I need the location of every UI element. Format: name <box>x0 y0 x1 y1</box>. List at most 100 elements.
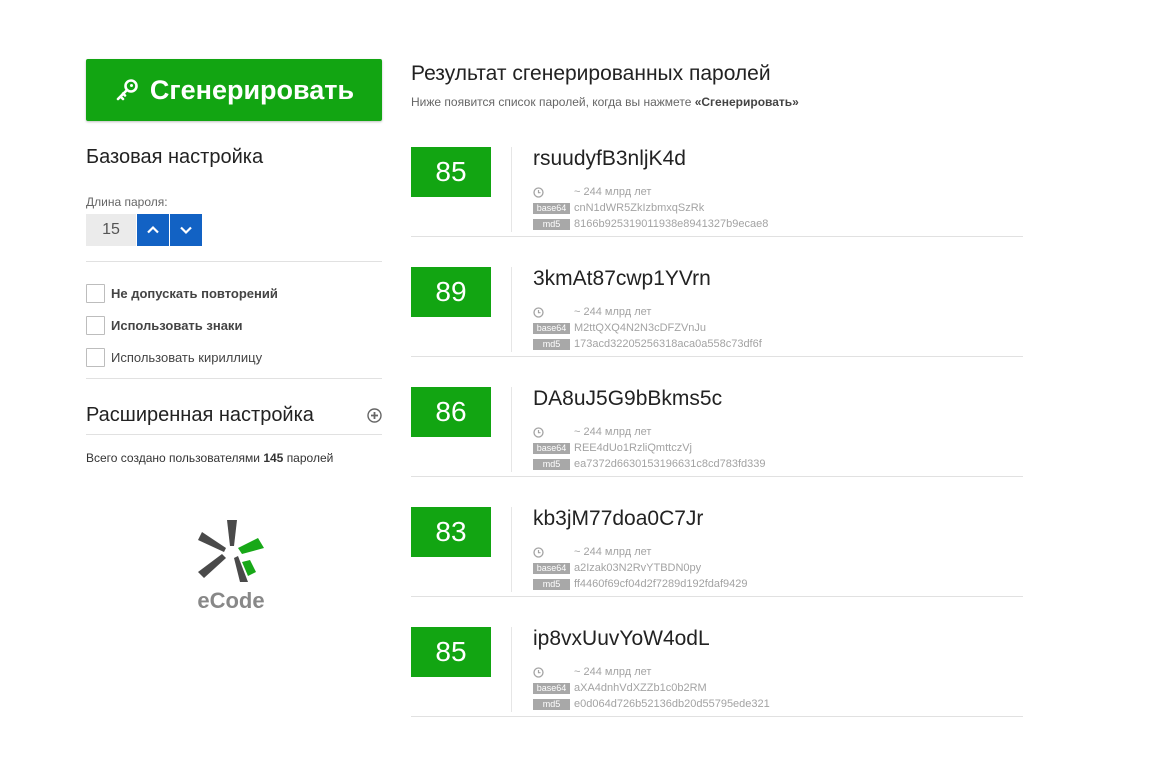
md5-value[interactable]: ea7372d6630153196631c8cd783fd339 <box>574 458 765 470</box>
clock-icon <box>533 546 544 558</box>
md5-tag: md5 <box>533 578 570 590</box>
base64-tag: base64 <box>533 442 570 454</box>
crack-time: ~ 244 млрд лет <box>574 426 652 438</box>
total-created: Всего создано пользователями 145 паролей <box>86 451 382 465</box>
results-subtitle: Ниже появится список паролей, когда вы н… <box>411 95 1023 109</box>
password-list: 85 rsuudyfB3nljK4d ~ 244 млрд лет base64… <box>411 147 1023 747</box>
md5-value[interactable]: e0d064d726b52136db20d55795ede321 <box>574 698 770 710</box>
total-count: 145 <box>263 451 284 465</box>
advanced-settings-toggle[interactable]: Расширенная настройка <box>86 401 382 429</box>
password-meta: ~ 244 млрд лет base64 M2ttQXQ4N2N3cDFZVnJ… <box>533 304 762 352</box>
option-label: Не допускать повторений <box>111 285 278 301</box>
length-stepper: 15 <box>86 214 382 246</box>
options-list: Не допускать повторений Использовать зна… <box>86 282 382 368</box>
option-label: Использовать знаки <box>111 317 243 333</box>
option-use-cyrillic[interactable]: Использовать кириллицу <box>86 346 382 368</box>
option-use-symbols[interactable]: Использовать знаки <box>86 314 382 336</box>
divider <box>86 378 382 379</box>
crack-time: ~ 244 млрд лет <box>574 666 652 678</box>
password-item: 89 3kmAt87cwp1YVrn ~ 244 млрд лет base64… <box>411 267 1023 387</box>
password-text[interactable]: 3kmAt87cwp1YVrn <box>533 267 711 291</box>
divider <box>411 236 1023 237</box>
divider <box>411 356 1023 357</box>
md5-tag: md5 <box>533 218 570 230</box>
password-meta: ~ 244 млрд лет base64 aXA4dnhVdXZZb1c0b2R… <box>533 664 770 712</box>
base64-value[interactable]: cnN1dWR5ZkIzbmxqSzRk <box>574 202 704 214</box>
increase-length-button[interactable] <box>137 214 169 246</box>
base64-tag: base64 <box>533 682 570 694</box>
password-item: 85 ip8vxUuvYoW4odL ~ 244 млрд лет base64… <box>411 627 1023 747</box>
md5-tag: md5 <box>533 458 570 470</box>
base64-value[interactable]: REE4dUo1RzliQmttczVj <box>574 442 692 454</box>
divider <box>511 267 512 352</box>
base64-tag: base64 <box>533 202 570 214</box>
generate-button-label: Сгенерировать <box>149 74 355 105</box>
base64-value[interactable]: a2Izak03N2RvYTBDN0py <box>574 562 701 574</box>
md5-value[interactable]: ff4460f69cf04d2f7289d192fdaf9429 <box>574 578 748 590</box>
strength-score: 85 <box>411 627 491 677</box>
divider <box>411 716 1023 717</box>
results-panel: Результат сгенерированных паролей Ниже п… <box>411 62 1023 747</box>
basic-settings-title: Базовая настройка <box>86 146 264 168</box>
password-text[interactable]: rsuudyfB3nljK4d <box>533 147 686 171</box>
strength-score: 86 <box>411 387 491 437</box>
strength-score: 85 <box>411 147 491 197</box>
divider <box>86 434 382 435</box>
password-item: 86 DA8uJ5G9bBkms5c ~ 244 млрд лет base64… <box>411 387 1023 507</box>
password-meta: ~ 244 млрд лет base64 cnN1dWR5ZkIzbmxqSzR… <box>533 184 768 232</box>
decrease-length-button[interactable] <box>170 214 202 246</box>
key-icon <box>116 79 138 101</box>
base64-tag: base64 <box>533 562 570 574</box>
password-item: 85 rsuudyfB3nljK4d ~ 244 млрд лет base64… <box>411 147 1023 267</box>
length-label: Длина пароля: <box>86 195 168 209</box>
strength-score: 89 <box>411 267 491 317</box>
strength-score: 83 <box>411 507 491 557</box>
clock-icon <box>533 306 544 318</box>
password-meta: ~ 244 млрд лет base64 REE4dUo1RzliQmttczV… <box>533 424 765 472</box>
password-text[interactable]: kb3jM77doa0C7Jr <box>533 507 703 531</box>
length-value[interactable]: 15 <box>86 214 136 246</box>
chevron-up-icon <box>147 225 159 234</box>
results-subtitle-bold: «Сгенерировать» <box>694 95 799 109</box>
md5-tag: md5 <box>533 698 570 710</box>
base64-value[interactable]: M2ttQXQ4N2N3cDFZVnJu <box>574 322 706 334</box>
clock-icon <box>533 186 544 198</box>
checkbox[interactable] <box>86 315 105 335</box>
settings-panel: Сгенерировать Базовая настройка Длина па… <box>86 59 382 465</box>
base64-value[interactable]: aXA4dnhVdXZZb1c0b2RM <box>574 682 707 694</box>
password-text[interactable]: DA8uJ5G9bBkms5c <box>533 387 722 411</box>
divider <box>511 627 512 712</box>
divider <box>511 147 512 232</box>
md5-tag: md5 <box>533 338 570 350</box>
checkbox[interactable] <box>86 347 105 367</box>
total-prefix: Всего создано пользователями <box>86 451 260 465</box>
crack-time: ~ 244 млрд лет <box>574 306 652 318</box>
ecode-logo-text: eCode <box>197 588 265 613</box>
divider <box>411 476 1023 477</box>
advanced-settings-title: Расширенная настройка <box>86 403 314 426</box>
option-label: Использовать кириллицу <box>111 349 263 365</box>
crack-time: ~ 244 млрд лет <box>574 546 652 558</box>
divider <box>411 596 1023 597</box>
divider <box>511 387 512 472</box>
plus-circle-icon[interactable] <box>367 407 382 423</box>
results-subtitle-text: Ниже появится список паролей, когда вы н… <box>411 95 692 109</box>
total-suffix: паролей <box>286 451 334 465</box>
password-item: 83 kb3jM77doa0C7Jr ~ 244 млрд лет base64… <box>411 507 1023 627</box>
password-meta: ~ 244 млрд лет base64 a2Izak03N2RvYTBDN0p… <box>533 544 748 592</box>
chevron-down-icon <box>180 226 192 235</box>
divider <box>511 507 512 592</box>
results-title: Результат сгенерированных паролей <box>411 62 771 85</box>
md5-value[interactable]: 8166b925319011938e8941327b9ecae8 <box>574 218 768 230</box>
checkbox[interactable] <box>86 283 105 303</box>
option-no-repeats[interactable]: Не допускать повторений <box>86 282 382 304</box>
ecode-logo-mark <box>198 520 264 582</box>
md5-value[interactable]: 173acd32205256318aca0a558c73df6f <box>574 338 762 350</box>
generate-button[interactable]: Сгенерировать <box>86 59 382 121</box>
ecode-logo: eCode <box>196 518 266 618</box>
crack-time: ~ 244 млрд лет <box>574 186 652 198</box>
clock-icon <box>533 666 544 678</box>
password-text[interactable]: ip8vxUuvYoW4odL <box>533 627 710 651</box>
clock-icon <box>533 426 544 438</box>
divider <box>86 261 382 262</box>
